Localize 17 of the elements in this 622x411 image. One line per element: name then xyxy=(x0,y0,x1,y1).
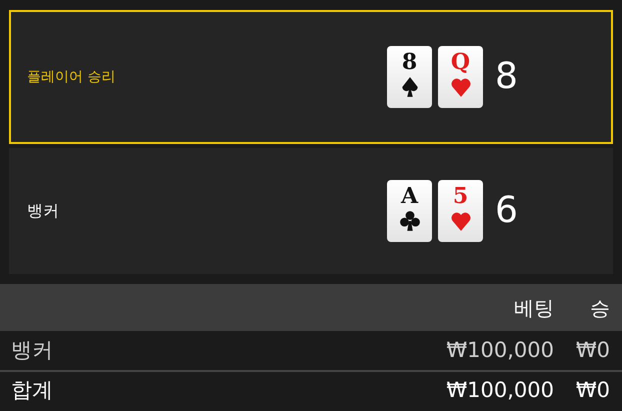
column-header: 베팅 xyxy=(514,294,554,322)
card-rank: A xyxy=(400,183,418,209)
column-header: 승 xyxy=(589,294,611,322)
table-cell-text: ₩0 xyxy=(574,376,611,404)
table-cell-text: ₩100,000 xyxy=(446,376,554,404)
table-cell-text: 합계 xyxy=(10,376,54,404)
card-rank: Q xyxy=(450,49,470,75)
table-cell-text: ₩0 xyxy=(574,336,611,364)
hand-score: 6 xyxy=(495,189,518,233)
card-rank: 8 xyxy=(402,49,418,75)
hand-label: 뱅커 xyxy=(26,200,60,222)
club-icon xyxy=(398,209,420,233)
table-cell-text: ₩100,000 xyxy=(446,336,554,364)
table-cell-text: 뱅커 xyxy=(10,336,54,364)
hand-score: 8 xyxy=(495,55,518,99)
card-rank: 5 xyxy=(452,183,468,209)
hand-label: 플레이어 승리 xyxy=(26,68,116,86)
